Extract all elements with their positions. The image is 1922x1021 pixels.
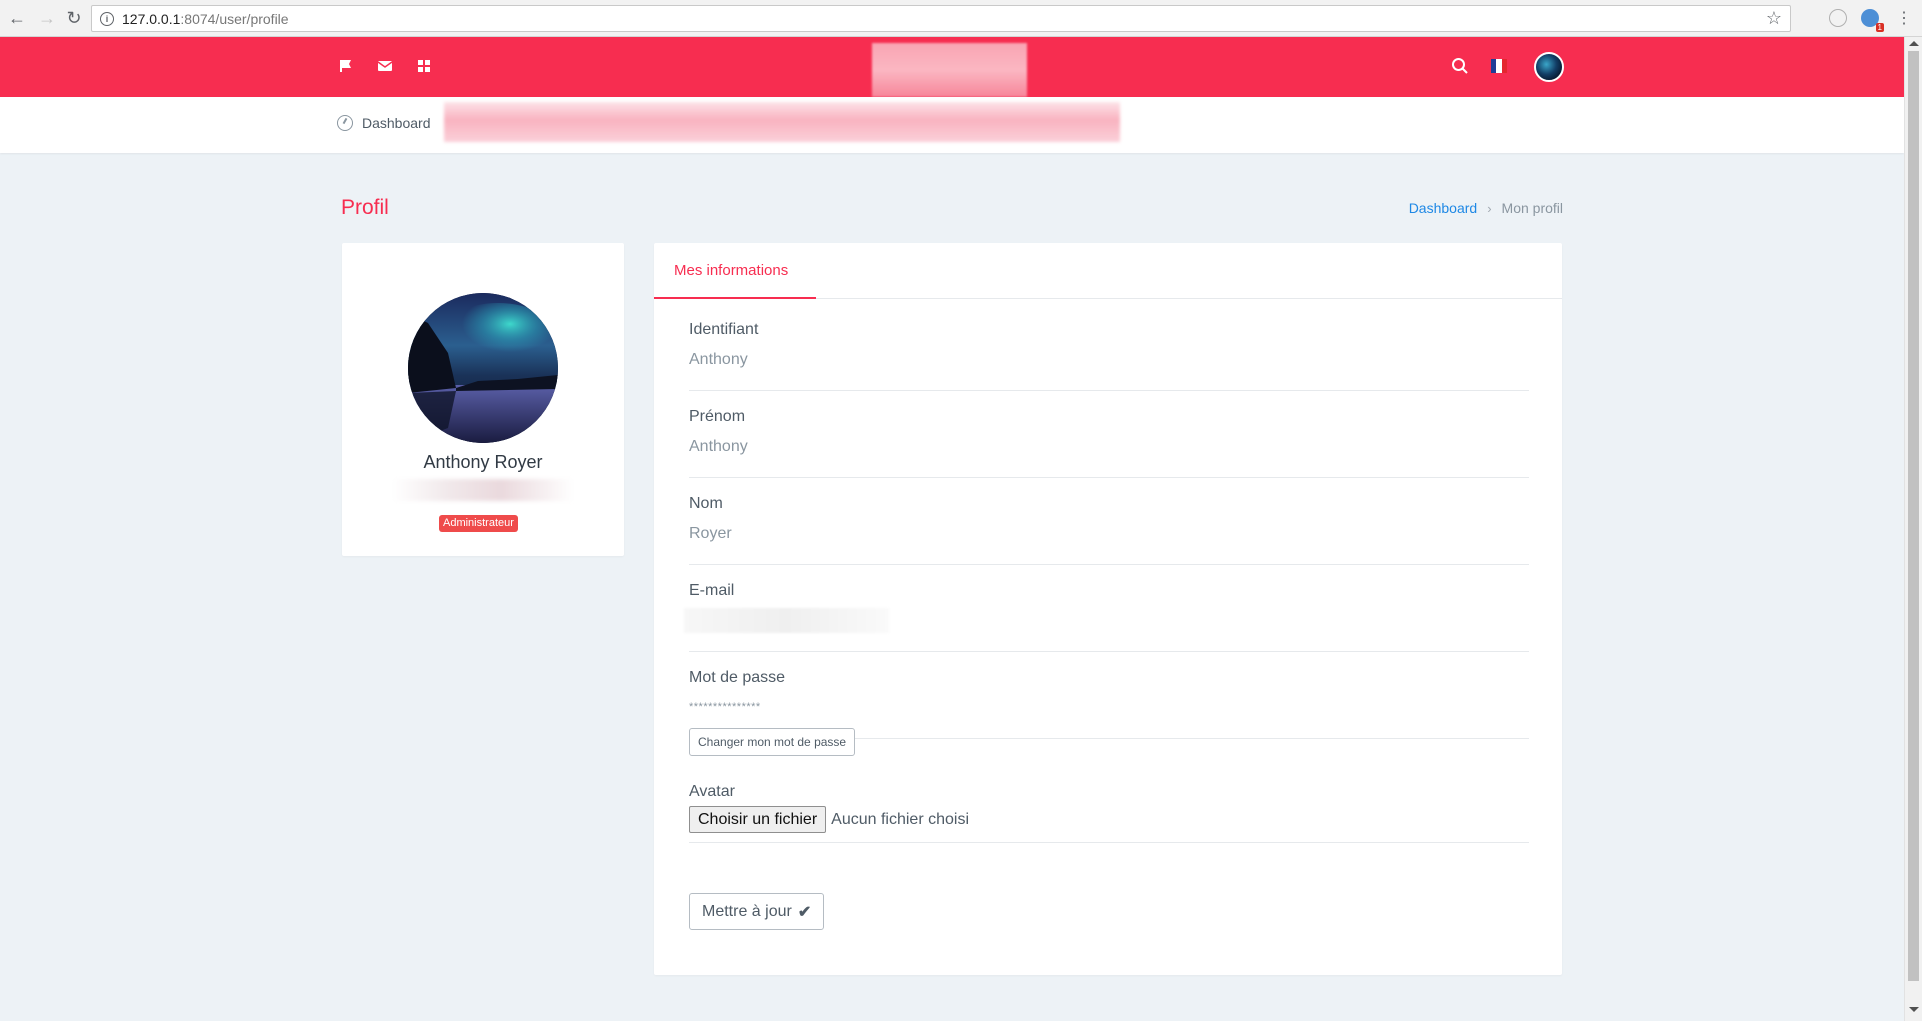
back-icon[interactable]: ← bbox=[6, 7, 28, 29]
nom-value: Royer bbox=[689, 525, 732, 542]
redacted-nav-items bbox=[444, 102, 1120, 142]
chevron-right-icon: › bbox=[1487, 200, 1492, 216]
language-flag-fr-icon[interactable] bbox=[1491, 59, 1507, 73]
change-password-button[interactable]: Changer mon mot de passe bbox=[689, 728, 856, 756]
address-bar[interactable]: i 127.0.0.1:8074/user/profile ☆ bbox=[91, 5, 1791, 32]
forward-icon[interactable]: → bbox=[36, 7, 58, 29]
extension-badge: 1 bbox=[1875, 23, 1884, 32]
field-prenom: Prénom Anthony bbox=[689, 408, 1529, 478]
extension-translate-icon[interactable]: 1 bbox=[1861, 9, 1884, 32]
breadcrumb: Dashboard › Mon profil bbox=[1409, 200, 1563, 216]
scrollbar-thumb[interactable] bbox=[1908, 51, 1919, 981]
identifiant-label: Identifiant bbox=[689, 321, 759, 338]
bookmark-star-icon[interactable]: ☆ bbox=[1766, 8, 1782, 29]
prenom-label: Prénom bbox=[689, 408, 746, 425]
profile-card: Anthony Royer Administrateur bbox=[342, 243, 624, 556]
identifiant-value: Anthony bbox=[689, 351, 748, 368]
password-masked-value: *************** bbox=[689, 701, 761, 713]
avatar-label: Avatar bbox=[689, 783, 735, 800]
choose-file-button[interactable]: Choisir un fichier bbox=[689, 806, 827, 833]
nav-dashboard-link[interactable]: Dashboard bbox=[337, 115, 431, 131]
info-icon[interactable]: i bbox=[100, 11, 114, 26]
check-icon: ✔ bbox=[797, 903, 812, 921]
password-label: Mot de passe bbox=[689, 669, 786, 686]
tab-mes-informations[interactable]: Mes informations bbox=[654, 243, 816, 299]
browser-menu-icon[interactable]: ⋮ bbox=[1893, 7, 1915, 29]
field-avatar: Avatar Choisir un fichier Aucun fichier … bbox=[689, 783, 1529, 843]
email-label: E-mail bbox=[689, 582, 735, 599]
field-nom: Nom Royer bbox=[689, 495, 1529, 565]
sub-navbar: Dashboard bbox=[0, 97, 1904, 153]
extension-icon[interactable] bbox=[1829, 9, 1847, 27]
field-email: E-mail bbox=[684, 582, 1529, 652]
profile-avatar bbox=[408, 293, 558, 443]
field-identifiant: Identifiant Anthony bbox=[689, 321, 1529, 391]
app-logo[interactable] bbox=[872, 43, 1027, 97]
reload-icon[interactable]: ↻ bbox=[63, 7, 85, 29]
dashboard-icon bbox=[337, 115, 353, 131]
profile-name: Anthony Royer bbox=[423, 452, 543, 472]
scroll-up-icon[interactable] bbox=[1909, 41, 1919, 46]
user-avatar-menu[interactable] bbox=[1534, 52, 1564, 82]
grid-icon[interactable] bbox=[416, 58, 432, 74]
prenom-value: Anthony bbox=[689, 438, 748, 455]
update-button[interactable]: Mettre à jour ✔ bbox=[689, 893, 825, 930]
breadcrumb-current: Mon profil bbox=[1501, 200, 1563, 216]
url-path: :8074/user/profile bbox=[180, 10, 289, 27]
nom-label: Nom bbox=[689, 495, 723, 512]
browser-toolbar: ← → ↻ i 127.0.0.1:8074/user/profile ☆ 1 … bbox=[0, 0, 1922, 37]
mail-icon[interactable] bbox=[377, 58, 393, 74]
breadcrumb-dashboard-link[interactable]: Dashboard bbox=[1409, 200, 1478, 216]
app-topbar bbox=[0, 37, 1904, 97]
scroll-down-icon[interactable] bbox=[1909, 1007, 1919, 1012]
info-card: Mes informations Identifiant Anthony Pré… bbox=[654, 243, 1562, 975]
flag-icon[interactable] bbox=[338, 58, 354, 74]
redacted-email-value bbox=[684, 608, 889, 633]
nav-dashboard-label: Dashboard bbox=[362, 115, 431, 131]
url-host: 127.0.0.1 bbox=[122, 10, 181, 27]
page-title: Profil bbox=[341, 196, 389, 219]
tabs-bar: Mes informations bbox=[654, 243, 1562, 299]
page-scrollbar[interactable] bbox=[1904, 37, 1922, 1021]
redacted-profile-detail bbox=[392, 479, 574, 501]
update-button-label: Mettre à jour bbox=[702, 902, 792, 920]
search-icon[interactable] bbox=[1451, 57, 1469, 75]
avatar-file-input[interactable]: Choisir un fichier Aucun fichier choisi bbox=[689, 806, 1529, 833]
role-badge: Administrateur bbox=[439, 515, 518, 532]
file-status-text: Aucun fichier choisi bbox=[831, 810, 969, 828]
